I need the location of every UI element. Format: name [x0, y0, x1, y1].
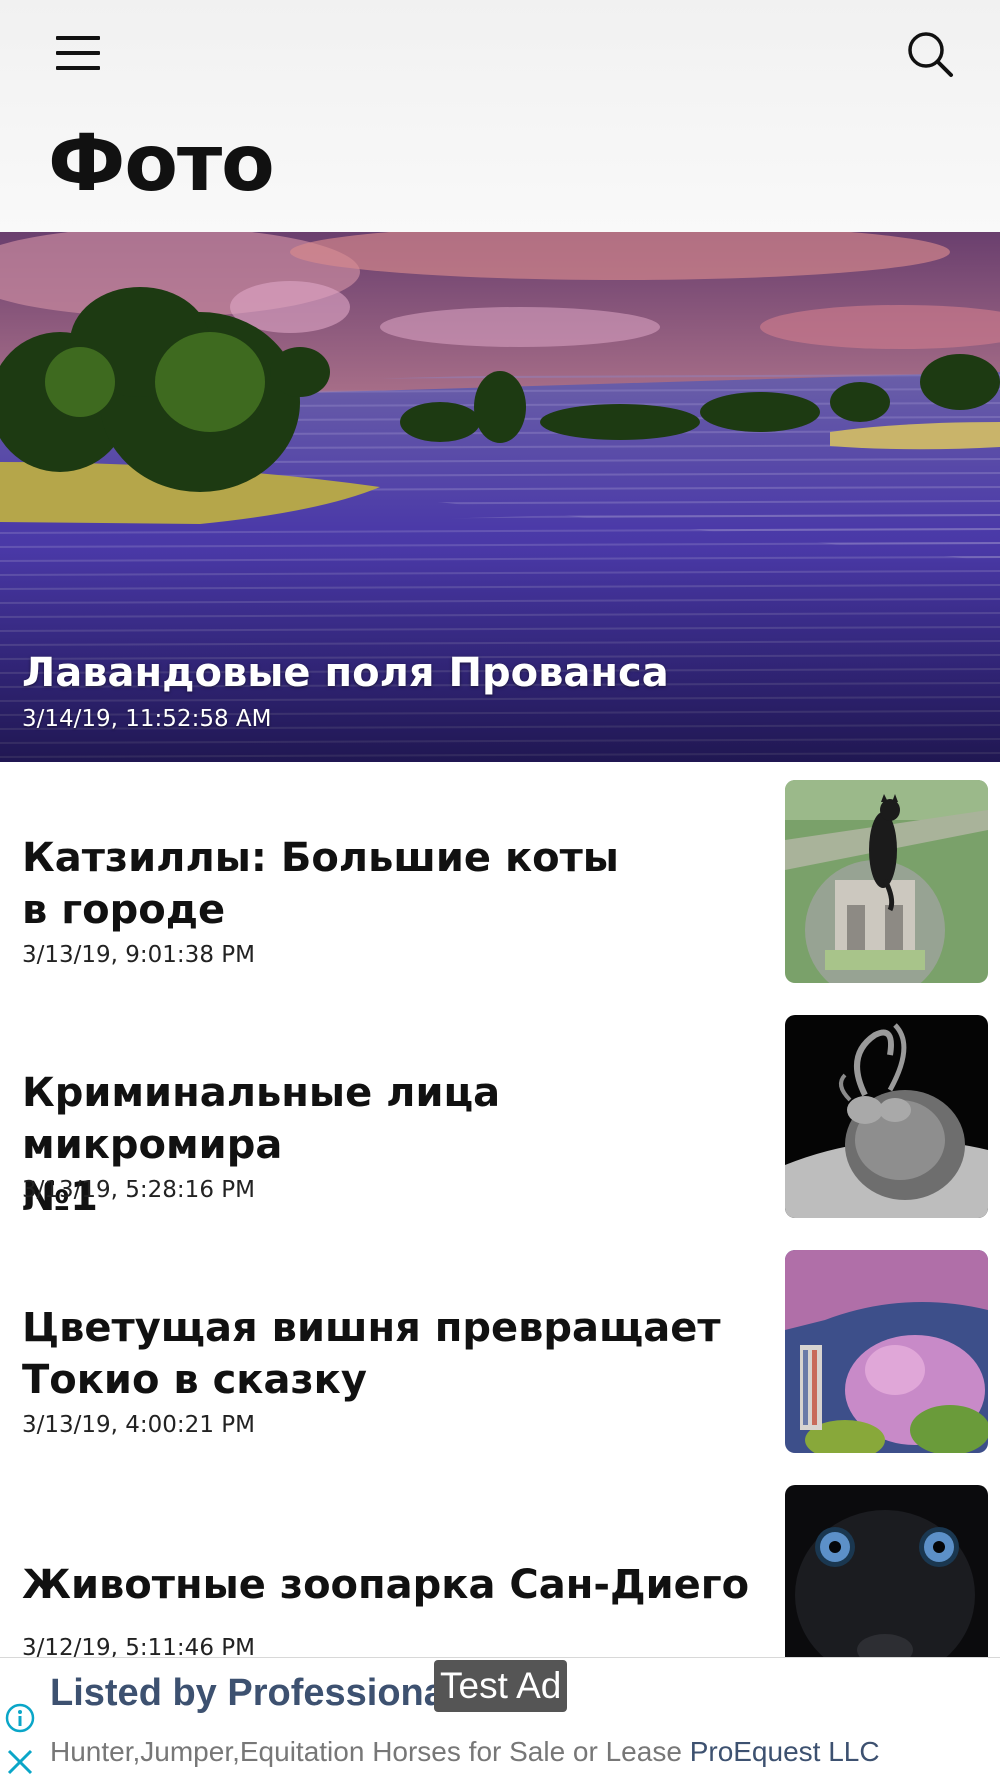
close-icon[interactable] — [6, 1748, 34, 1776]
ad-description: Hunter,Jumper,Equitation Horses for Sale… — [50, 1736, 682, 1767]
list-item[interactable]: Катзиллы: Большие коты в городе 3/13/19,… — [0, 780, 1000, 990]
search-icon[interactable] — [906, 30, 954, 78]
info-icon[interactable] — [4, 1702, 36, 1734]
article-thumbnail — [785, 1250, 988, 1453]
test-ad-badge: Test Ad — [434, 1660, 568, 1712]
ad-headline[interactable]: Listed by Professional — [50, 1672, 455, 1715]
list-item[interactable]: Криминальные лица микромира №1 3/13/19, … — [0, 1015, 1000, 1225]
ad-body[interactable]: Hunter,Jumper,Equitation Horses for Sale… — [50, 1736, 880, 1768]
article-title: Цветущая вишня превращает Токио в сказку — [22, 1305, 721, 1403]
article-date: 3/13/19, 5:28:16 PM — [22, 1177, 255, 1203]
featured-title[interactable]: Лавандовые поля Прованса — [22, 646, 669, 700]
article-title: Катзиллы: Большие коты в городе — [22, 835, 619, 933]
page-title: Фото — [48, 119, 275, 209]
list-item[interactable]: Цветущая вишня превращает Токио в сказку… — [0, 1250, 1000, 1460]
menu-icon[interactable] — [56, 36, 102, 72]
article-title: Животные зоопарка Сан-Диего — [22, 1562, 750, 1608]
app-header: Фото — [0, 0, 1000, 232]
article-thumbnail — [785, 1015, 988, 1218]
ad-banner[interactable]: Listed by Professional Test Ad Hunter,Ju… — [0, 1657, 1000, 1778]
article-date: 3/13/19, 4:00:21 PM — [22, 1412, 255, 1438]
article-date: 3/13/19, 9:01:38 PM — [22, 942, 255, 968]
article-thumbnail — [785, 780, 988, 983]
ad-advertiser: ProEquest LLC — [689, 1736, 880, 1767]
featured-date: 3/14/19, 11:52:58 AM — [22, 706, 272, 732]
